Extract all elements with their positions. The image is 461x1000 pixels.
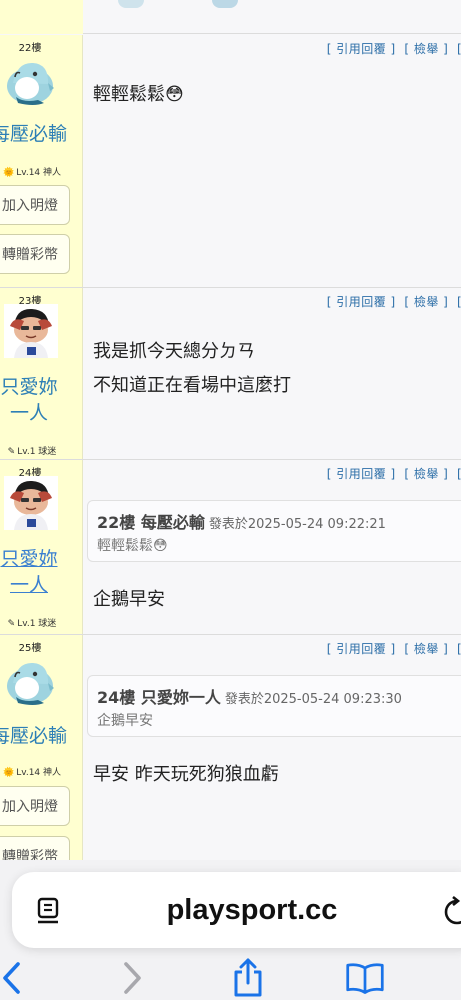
username[interactable]: 只愛妳一人: [0, 546, 64, 598]
sticker-fragment: [118, 0, 144, 8]
post-actions: [ 引用回覆 ] [ 檢舉 ] [ 至: [326, 642, 461, 656]
gift-coins-button[interactable]: 轉贈彩幣: [0, 234, 70, 274]
post-actions: [ 引用回覆 ] [ 檢舉 ] [ 至: [326, 467, 461, 481]
quote-reply-link[interactable]: 引用回覆: [336, 42, 386, 56]
post-body: 企鵝早安: [93, 585, 165, 615]
follow-button[interactable]: 加入明燈: [0, 185, 70, 225]
post-body: 我是抓今天總分ㄉㄢ 不知道正在看場中這麼打: [93, 335, 291, 403]
url-text[interactable]: playsport.cc: [12, 894, 461, 927]
bookmarks-button[interactable]: [345, 958, 385, 998]
quote-text: 企鵝早安: [97, 713, 153, 729]
browser-chrome: playsport.cc: [0, 860, 461, 1000]
post-actions: [ 引用回覆 ] [ 檢舉 ] [ 至: [326, 295, 461, 309]
sun-badge-icon: 🌞: [2, 168, 15, 178]
thread-feed: 22樓 每壓必輸 🌞Lv.14 神人 加入明燈 轉贈彩幣 [ 引用回覆 ] [ …: [0, 0, 461, 860]
post-24: 24樓 只愛妳一人 ✎Lv.1 球迷 [ 引用回覆 ] [ 檢舉 ] [ 至: [0, 460, 461, 635]
level-label: Lv.14 神人: [16, 168, 62, 178]
user-level: 🌞 Lv.14 神人: [0, 165, 64, 178]
author-column: 24樓 只愛妳一人 ✎ Lv.1 球迷: [0, 460, 83, 634]
author-column: 25樓 每壓必輸 🌞 Lv.14 神人 加入明燈 轉贈彩幣: [0, 635, 83, 860]
chubby-face-avatar-icon[interactable]: [4, 476, 58, 530]
back-arrow-icon: [3, 962, 20, 994]
forward-button[interactable]: [112, 958, 152, 998]
user-level: ✎ Lv.1 球迷: [0, 444, 64, 457]
browser-toolbar: [0, 956, 461, 1000]
quote-timestamp: 發表於2025-05-24 09:23:30: [224, 692, 402, 707]
post-line: 輕輕鬆鬆😳: [93, 84, 184, 105]
post-body: 早安 昨天玩死狗狼血虧: [93, 760, 279, 790]
pencil-badge-icon: ✎: [7, 447, 16, 457]
chubby-face-avatar-icon[interactable]: [4, 304, 58, 358]
quoted-post: 22樓 每壓必輸 發表於2025-05-24 09:22:21 輕輕鬆鬆😳: [87, 500, 461, 562]
share-button[interactable]: [228, 958, 268, 998]
gift-coins-button[interactable]: 轉贈彩幣: [0, 836, 70, 860]
author-column: [0, 0, 83, 34]
quote-timestamp: 發表於2025-05-24 09:22:21: [208, 517, 386, 532]
quoted-post: 24樓 只愛妳一人 發表於2025-05-24 09:23:30 企鵝早安: [87, 675, 461, 737]
post-line: 企鵝早安: [93, 589, 165, 610]
share-icon: [234, 958, 262, 997]
quote-header: 22樓 每壓必輸 發表於2025-05-24 09:22:21: [97, 509, 386, 533]
post-25: 25樓 每壓必輸 🌞 Lv.14 神人 加入明燈 轉贈彩幣 [ 引用回覆 ] [ …: [0, 635, 461, 860]
user-level: 🌞 Lv.14 神人: [0, 765, 64, 778]
author-column: 22樓 每壓必輸 🌞Lv.14 神人 加入明燈 轉贈彩幣: [0, 35, 83, 287]
pencil-badge-icon: ✎: [7, 619, 16, 629]
penguin-avatar-icon[interactable]: [4, 53, 58, 107]
post-23: 23樓 只愛妳一人 ✎Lv.1 球迷 [ 引用回覆 ] [ 檢舉 ] [ 至: [0, 288, 461, 460]
quote-reply-link[interactable]: 引用回覆: [336, 295, 386, 309]
report-link[interactable]: 檢舉: [414, 642, 439, 656]
username[interactable]: 每壓必輸: [0, 121, 70, 147]
quote-header: 24樓 只愛妳一人 發表於2025-05-24 09:23:30: [97, 684, 402, 708]
quote-author: 22樓 每壓必輸: [97, 513, 205, 532]
address-bar[interactable]: playsport.cc: [12, 872, 461, 948]
back-button[interactable]: [0, 958, 32, 998]
post-actions: [ 引用回覆 ] [ 檢舉 ] [ 至: [326, 42, 461, 56]
report-link[interactable]: 檢舉: [414, 295, 439, 309]
bookmarks-icon: [346, 963, 384, 994]
report-link[interactable]: 檢舉: [414, 467, 439, 481]
quote-text: 輕輕鬆鬆😳: [97, 538, 168, 554]
post-22: 22樓 每壓必輸 🌞Lv.14 神人 加入明燈 轉贈彩幣 [ 引用回覆 ] [ …: [0, 35, 461, 288]
post-line: 不知道正在看場中這麼打: [93, 375, 291, 396]
post-line: 早安 昨天玩死狗狼血虧: [93, 764, 279, 785]
quote-reply-link[interactable]: 引用回覆: [336, 467, 386, 481]
post-body: 輕輕鬆鬆😳: [93, 80, 184, 110]
username[interactable]: 只愛妳一人: [0, 374, 64, 426]
level-label: Lv.1 球迷: [17, 447, 57, 457]
report-link[interactable]: 檢舉: [414, 42, 439, 56]
forward-arrow-icon: [124, 962, 141, 994]
user-level: ✎ Lv.1 球迷: [0, 616, 64, 629]
reload-icon[interactable]: [442, 896, 461, 926]
floor-number: 25樓: [18, 643, 42, 654]
quote-reply-link[interactable]: 引用回覆: [336, 642, 386, 656]
sun-badge-icon: 🌞: [2, 768, 15, 778]
author-column: 23樓 只愛妳一人 ✎ Lv.1 球迷: [0, 288, 83, 459]
level-label: Lv.14 神人: [16, 768, 62, 778]
sticker-fragment: [212, 0, 238, 8]
post-line: 我是抓今天總分ㄉㄢ: [93, 341, 255, 362]
penguin-avatar-icon[interactable]: [4, 653, 58, 707]
quote-author: 24樓 只愛妳一人: [97, 688, 221, 707]
level-label: Lv.1 球迷: [17, 619, 57, 629]
floor-number: 22樓: [18, 43, 42, 54]
username[interactable]: 每壓必輸: [0, 723, 70, 749]
previous-post-tail: [0, 0, 461, 34]
follow-button[interactable]: 加入明燈: [0, 786, 70, 826]
